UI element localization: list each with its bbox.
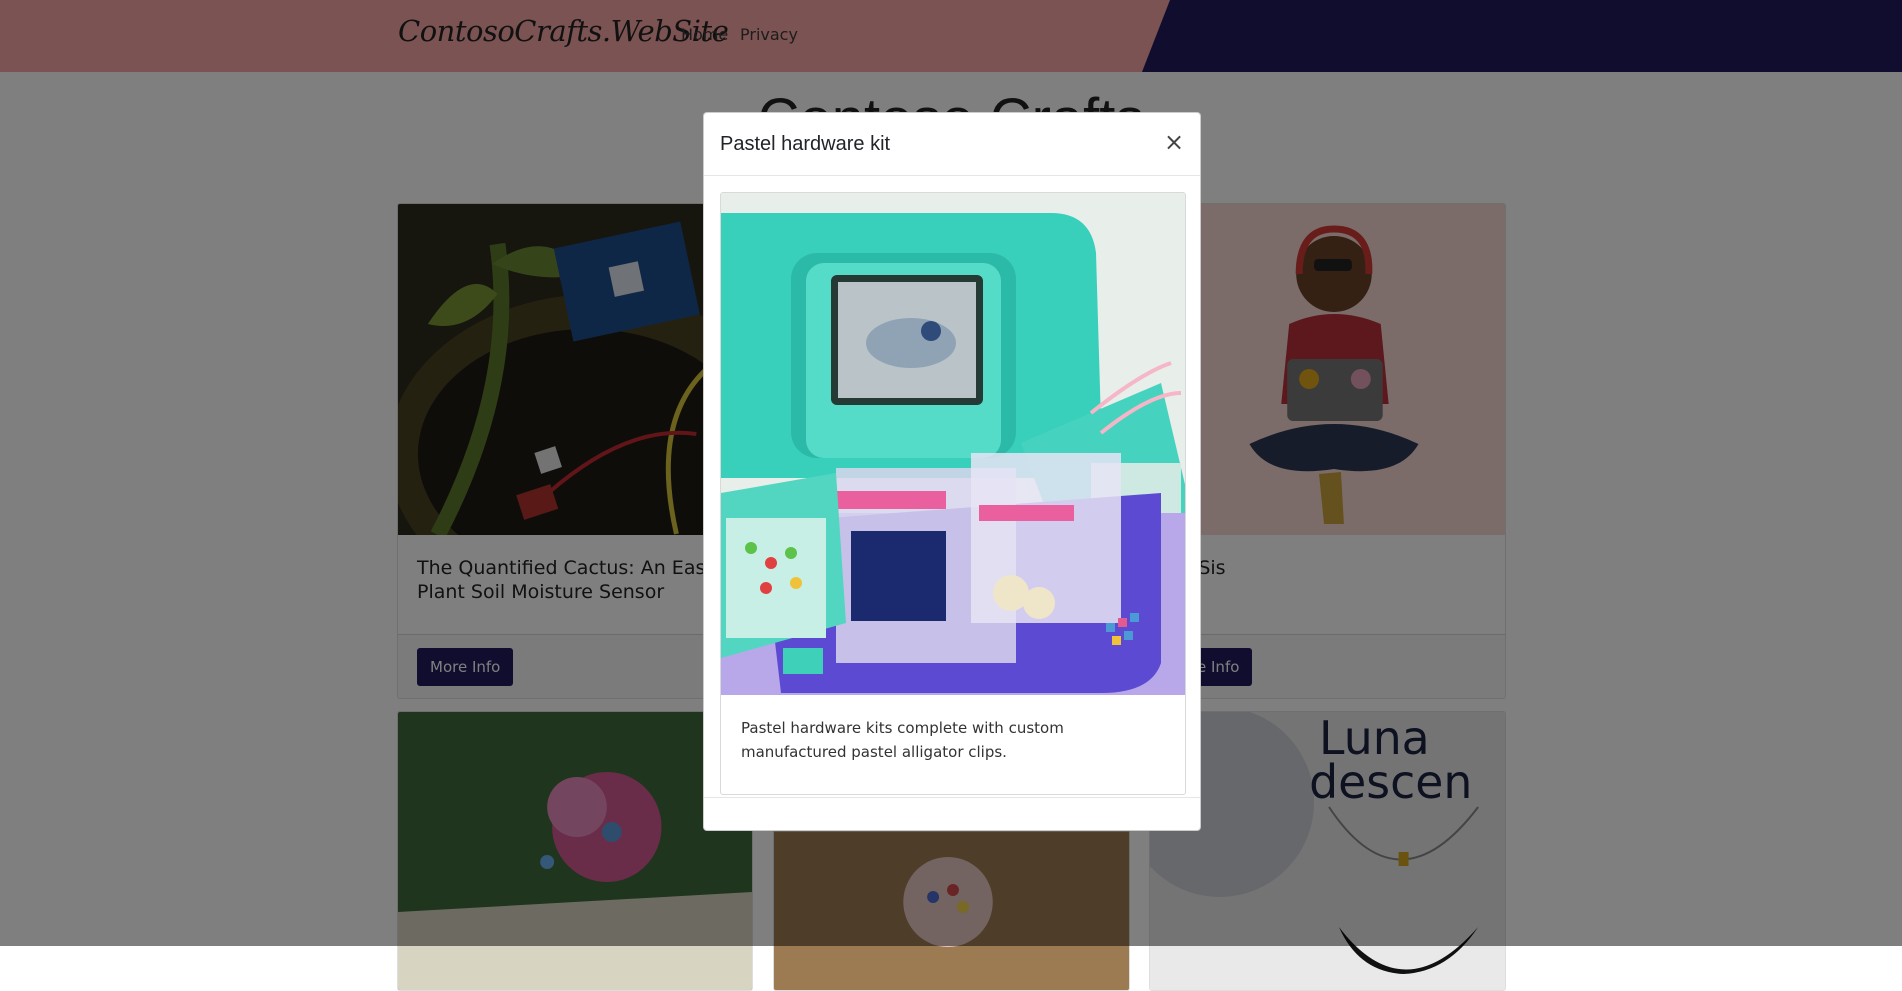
modal-description: Pastel hardware kits complete with custo… [741, 719, 1064, 761]
product-modal: Pastel hardware kit × Pastel hardware ki… [703, 112, 1201, 831]
close-icon[interactable]: × [1160, 127, 1188, 157]
modal-footer [704, 797, 1200, 830]
modal-header: Pastel hardware kit × [704, 113, 1200, 176]
modal-product-card: Pastel hardware kits complete with custo… [720, 192, 1186, 795]
product-image [721, 193, 1185, 695]
modal-title: Pastel hardware kit [720, 133, 891, 155]
